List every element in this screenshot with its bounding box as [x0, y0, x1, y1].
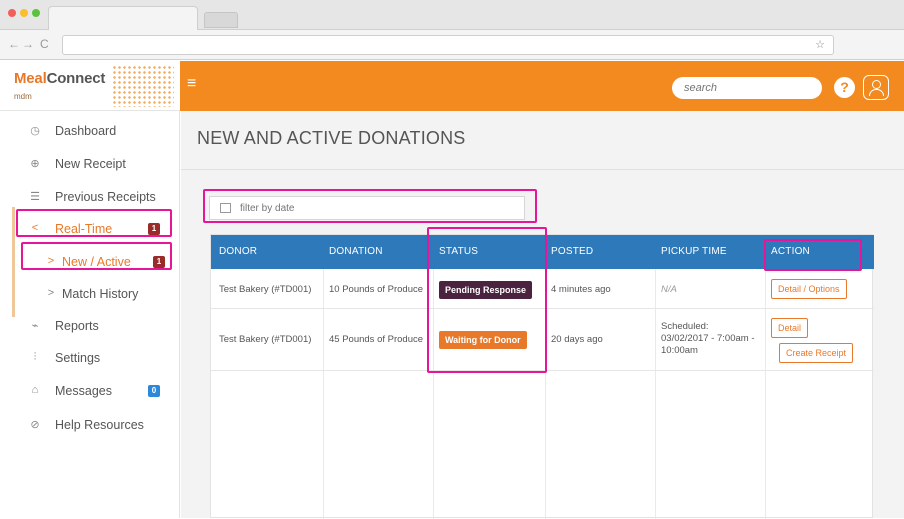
sidebar-item-messages[interactable]: ⌂ Messages 0 [0, 376, 180, 406]
user-account-icon[interactable] [863, 75, 889, 100]
donations-table: DONOR DONATION STATUS POSTED PICKUP TIME… [210, 227, 874, 519]
dashboard-icon: ◷ [30, 125, 40, 137]
sidebar-item-label: Messages [55, 384, 112, 398]
search-input[interactable] [672, 77, 822, 99]
browser-toolbar: ← → C ☆ [0, 30, 904, 60]
pickup-time-cell: N/A [661, 284, 677, 295]
sidebar-item-label: Settings [55, 351, 101, 365]
plus-circle-icon: ⊕ [30, 158, 40, 170]
help-circle-icon: ⊘ [30, 419, 40, 431]
highlight-box-real-time [16, 209, 172, 237]
donor-cell: Test Bakery (#TD001) [219, 334, 312, 345]
sidebar-item-previous-receipts[interactable]: ☰ Previous Receipts [0, 182, 180, 212]
list-icon: ☰ [30, 191, 40, 203]
sidebar-item-label: Help Resources [55, 418, 144, 432]
sidebar-item-label: Match History [62, 287, 139, 301]
donation-cell: 10 Pounds of Produce [329, 284, 424, 295]
sidebar-item-label: Previous Receipts [55, 190, 156, 204]
column-header-pickup-time[interactable]: PICKUP TIME [661, 246, 727, 257]
main-content: NEW AND ACTIVE DONATIONS DONOR DONATION … [181, 111, 904, 519]
logo-subtitle: mdm [14, 92, 32, 101]
highlight-box-detail-options [764, 239, 862, 271]
detail-options-button[interactable]: Detail / Options [771, 279, 847, 299]
bookmark-star-icon[interactable]: ☆ [815, 38, 825, 51]
sidebar-item-help-resources[interactable]: ⊘ Help Resources [0, 410, 180, 440]
create-receipt-button[interactable]: Create Receipt [779, 343, 854, 363]
title-divider [181, 169, 904, 170]
detail-button[interactable]: Detail [771, 318, 809, 338]
sidebar-item-dashboard[interactable]: ◷ Dashboard [0, 116, 180, 146]
highlight-box-new-active [21, 242, 172, 270]
column-header-donation[interactable]: DONATION [329, 246, 383, 257]
donor-cell: Test Bakery (#TD001) [219, 284, 312, 295]
sidebar-item-match-history[interactable]: > Match History [0, 279, 180, 309]
sidebar-item-settings[interactable]: ⫶ Settings [0, 343, 180, 373]
help-icon[interactable]: ? [834, 77, 855, 98]
column-header-donor[interactable]: DONOR [219, 246, 257, 257]
donation-cell: 45 Pounds of Produce [329, 334, 424, 345]
url-bar[interactable]: ☆ [62, 35, 834, 55]
sidebar: ◷ Dashboard ⊕ New Receipt ☰ Previous Rec… [0, 111, 180, 518]
logo-wordmark: MealConnect [14, 70, 106, 87]
inbox-icon: ⌂ [31, 384, 39, 396]
hamburger-menu-icon[interactable]: ≡ [187, 75, 196, 93]
highlight-box-status-column [427, 227, 547, 373]
browser-new-tab[interactable] [204, 12, 238, 28]
forward-arrow-icon[interactable]: → [22, 37, 34, 51]
page-title: NEW AND ACTIVE DONATIONS [197, 128, 466, 148]
sidebar-item-label: New Receipt [55, 157, 126, 171]
window-maximize-button[interactable] [32, 9, 40, 17]
sliders-icon: ⫶ [33, 351, 37, 363]
reload-icon[interactable]: C [40, 37, 49, 51]
sidebar-item-label: Reports [55, 319, 99, 333]
sidebar-item-label: Dashboard [55, 124, 117, 138]
chevron-right-icon: > [47, 287, 55, 299]
line-chart-icon: ⌁ [31, 320, 39, 332]
browser-tab-bar [0, 0, 904, 30]
back-arrow-icon[interactable]: ← [8, 37, 20, 51]
column-header-posted[interactable]: POSTED [551, 246, 593, 257]
posted-cell: 4 minutes ago [551, 284, 611, 295]
window-close-button[interactable] [8, 9, 16, 17]
browser-tab-active[interactable] [48, 6, 198, 30]
highlight-box-filter [203, 189, 537, 223]
app-header: MealConnect mdm ≡ ? [0, 61, 904, 111]
logo[interactable]: MealConnect mdm [0, 61, 180, 111]
pickup-time-cell: Scheduled: 03/02/2017 - 7:00am - 10:00am [661, 321, 755, 356]
window-minimize-button[interactable] [20, 9, 28, 17]
posted-cell: 20 days ago [551, 334, 603, 345]
sidebar-item-new-receipt[interactable]: ⊕ New Receipt [0, 149, 180, 179]
sidebar-item-reports[interactable]: ⌁ Reports [0, 311, 180, 341]
notification-badge: 0 [148, 385, 160, 397]
logo-dots-graphic [112, 65, 174, 107]
